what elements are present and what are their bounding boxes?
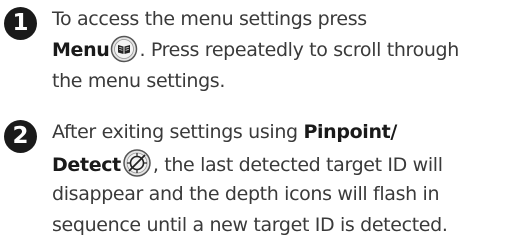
step-1-text: To access the menu settings press Menu . … [52, 4, 511, 97]
step-2-line-2-rest: , the last detected target ID will [152, 154, 443, 176]
menu-label: Menu [52, 39, 110, 61]
step-number-1: 1 [4, 7, 37, 40]
step-2-text: After exiting settings using Pinpoint/ D… [52, 117, 511, 241]
step-2-line-1: After exiting settings using Pinpoint/ [52, 117, 511, 148]
step-2-line-2: Detect , the last detected target ID will [52, 148, 511, 179]
step-2-line-3: disappear and the depth icons will flash… [52, 183, 440, 205]
step-number-2: 2 [4, 120, 37, 153]
step-1-line-1: To access the menu settings press [52, 8, 367, 30]
pinpoint-label: Pinpoint/ [303, 121, 397, 143]
detect-label: Detect [52, 154, 121, 176]
step-1-line-2: Menu . Press repeatedly to scroll through [52, 35, 511, 66]
step-1-line-2-rest: . Press repeatedly to scroll through [139, 39, 459, 61]
step-2-line-4: sequence until a new target ID is detect… [52, 214, 448, 236]
step-1-line-3: the menu settings. [52, 70, 226, 92]
step-2-line-1-pre: After exiting settings using [52, 121, 304, 143]
